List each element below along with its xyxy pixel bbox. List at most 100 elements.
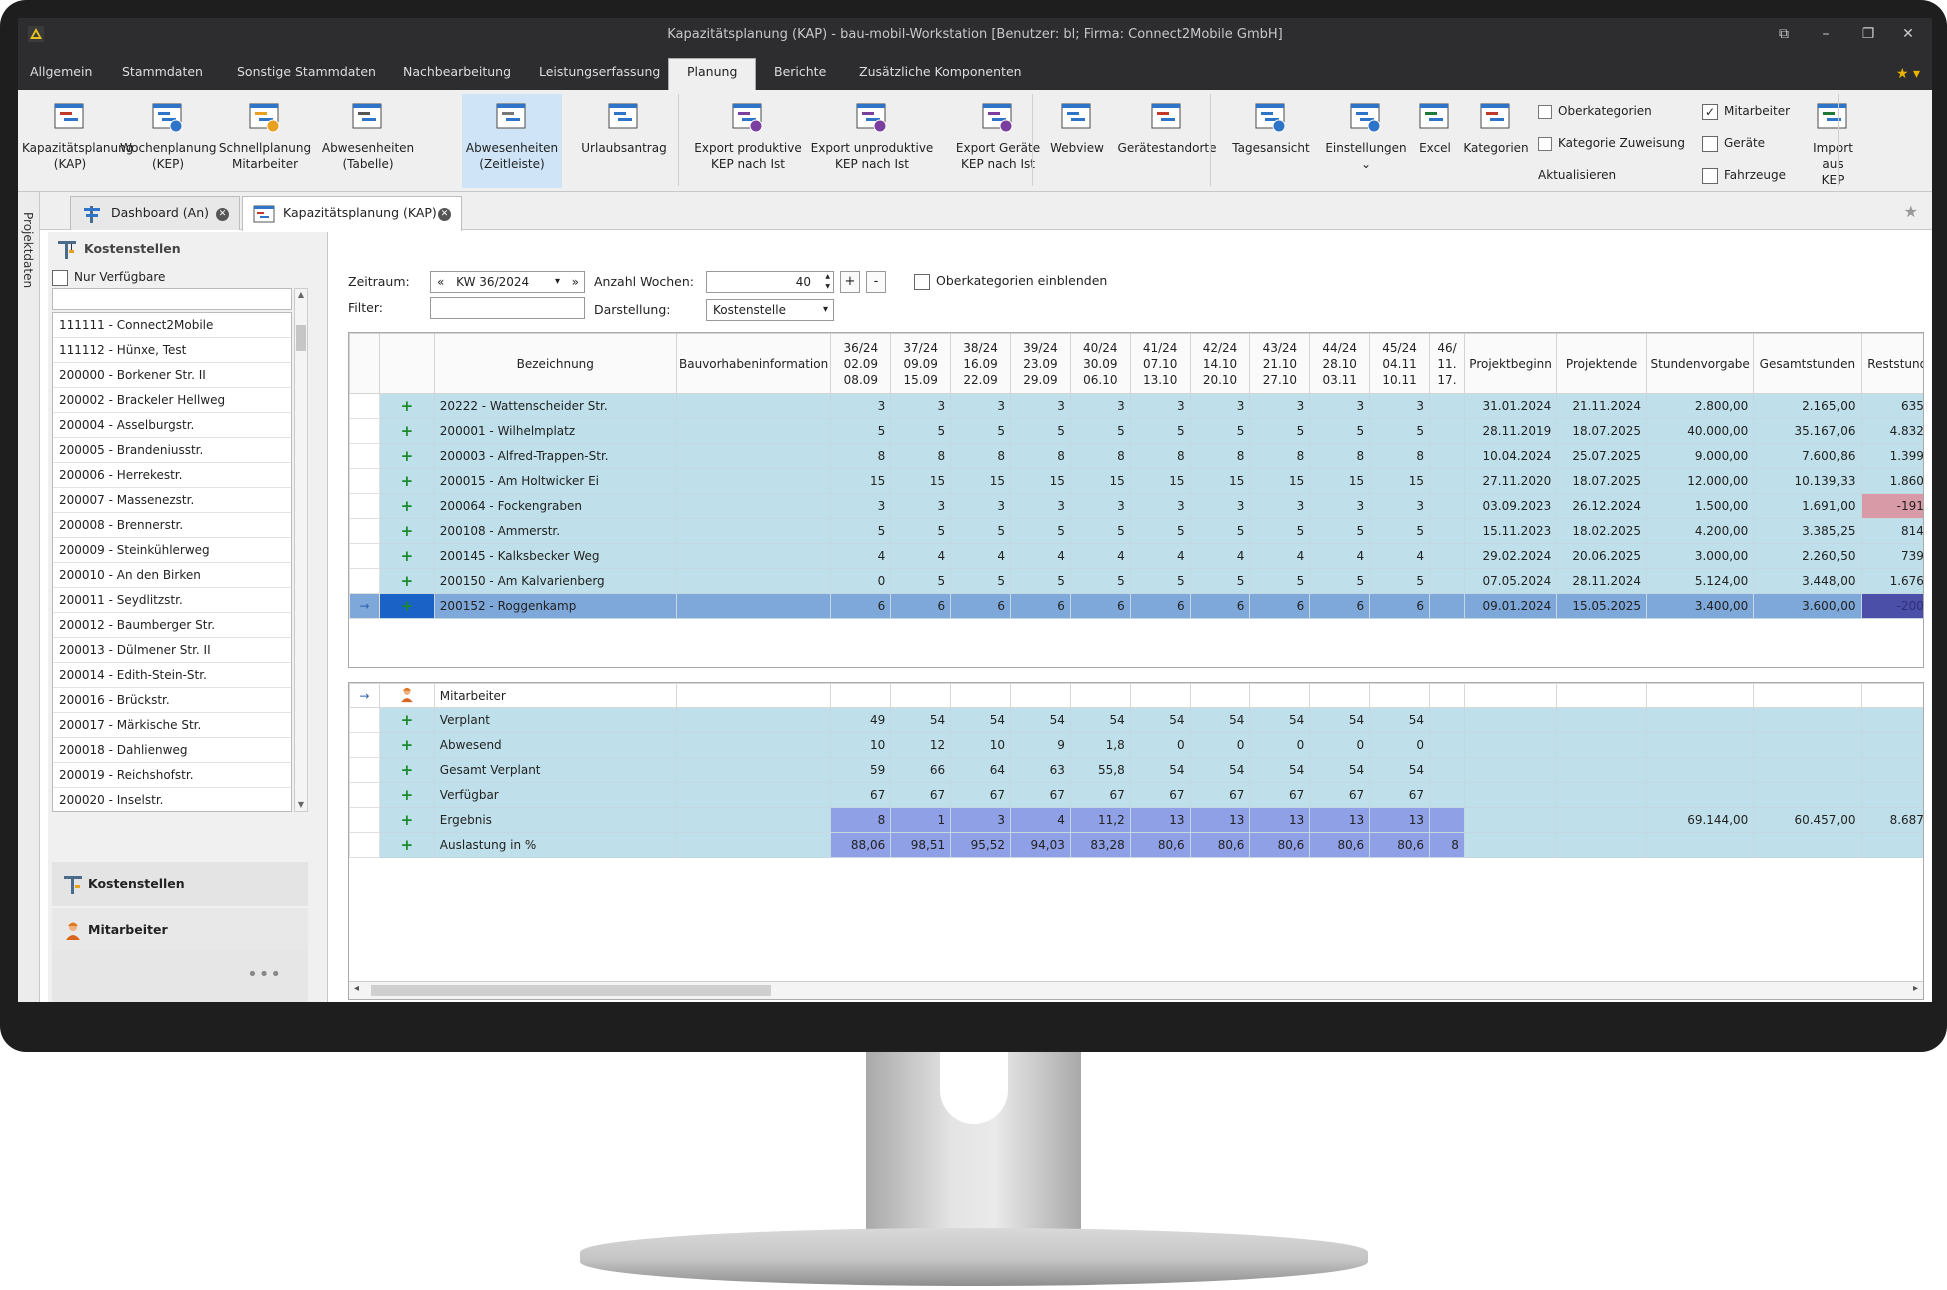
tab-allgemein[interactable]: Allgemein (30, 62, 92, 90)
cell-week-hours[interactable]: 3 (1129, 393, 1191, 419)
cell-stundenvorgabe[interactable]: 12.000,00 (1646, 468, 1755, 494)
cell-week-partial[interactable] (1429, 518, 1465, 544)
cell-gesamtstunden[interactable]: 1.691,00 (1753, 493, 1862, 519)
kostenstelle-list-item[interactable]: 200019 - Reichshofstr. (53, 763, 291, 788)
cell-week-hours[interactable]: 15 (950, 468, 1011, 494)
ribbon-settings-button[interactable]: Einstellungen ⌄ (1316, 94, 1416, 188)
cell-week-hours[interactable]: 6 (1010, 593, 1071, 619)
kostenstelle-list-item[interactable]: 200011 - Seydlitzstr. (53, 588, 291, 613)
cell-week-hours[interactable]: 5 (830, 518, 892, 544)
header-week[interactable]: 41/24 07.10 13.10 (1129, 333, 1191, 394)
kostenstellen-search-input[interactable] (52, 288, 292, 310)
spin-up-icon[interactable]: ▲ (825, 272, 830, 282)
cell-reststunden[interactable]: 1.399,14 (1860, 443, 1923, 469)
cell-bezeichnung[interactable]: 200001 - Wilhelmplatz (433, 418, 677, 444)
table-row[interactable]: +200064 - Fockengraben 3 3 3 3 3 3 3 3 3 3 03.09.20… (349, 493, 1923, 519)
scroll-thumb[interactable] (296, 325, 306, 351)
cell-week-hours[interactable]: 4 (1309, 543, 1371, 569)
cell-week-hours[interactable]: 5 (1010, 418, 1071, 444)
cell-bauvorhaben[interactable] (675, 593, 832, 619)
expand-plus-icon[interactable]: + (378, 593, 435, 619)
cell-projektende[interactable]: 18.07.2025 (1556, 418, 1648, 444)
header-gesamtstunden[interactable]: Gesamtstunden (1753, 333, 1862, 394)
ribbon-export-unproductive-button[interactable]: Export unproduktive KEP nach Ist (810, 94, 934, 188)
cell-week-hours[interactable]: 5 (950, 418, 1011, 444)
header-week[interactable]: 40/24 30.09 06.10 (1069, 333, 1131, 394)
ribbon-vacation-request-button[interactable]: Urlaubsantrag (568, 94, 680, 188)
cell-stundenvorgabe[interactable]: 2.800,00 (1646, 393, 1755, 419)
cell-week-hours[interactable]: 5 (1249, 518, 1311, 544)
zeitraum-dropdown-icon[interactable]: ▾ (555, 272, 560, 292)
cell-reststunden[interactable]: -191,00 (1860, 493, 1923, 519)
summary-row[interactable]: + Auslastung in % 88,06 98,51 95,52 94,03 83,2… (349, 832, 1923, 858)
cell-week-hours[interactable]: 5 (1309, 418, 1371, 444)
cell-projektende[interactable]: 15.05.2025 (1556, 593, 1648, 619)
cell-week-hours[interactable]: 3 (1069, 393, 1131, 419)
table-row[interactable]: +200150 - Am Kalvarienberg 0 5 5 5 5 5 5 5 5 5 07.0… (349, 568, 1923, 594)
cell-week-hours[interactable]: 6 (1069, 593, 1131, 619)
nav-mitarbeiter[interactable]: Mitarbeiter (52, 908, 308, 952)
cell-week-hours[interactable]: 15 (1309, 468, 1371, 494)
anzahl-wochen-input[interactable]: 40 ▲ ▼ (706, 271, 834, 293)
expand-plus-icon[interactable]: + (378, 493, 435, 519)
header-week[interactable]: 45/24 04.11 10.11 (1369, 333, 1431, 394)
cell-week-hours[interactable]: 8 (950, 443, 1011, 469)
tab-planung[interactable]: Planung (668, 58, 757, 90)
list-scrollbar[interactable]: ▲ ▼ (294, 288, 308, 812)
restore-layout-button[interactable]: ⧉ (1766, 24, 1802, 44)
cell-week-hours[interactable]: 15 (830, 468, 892, 494)
header-week[interactable]: 38/24 16.09 22.09 (950, 333, 1011, 394)
cell-week-hours[interactable]: 3 (1129, 493, 1191, 519)
cell-week-hours[interactable]: 5 (1069, 418, 1131, 444)
cell-week-partial[interactable] (1429, 393, 1465, 419)
cell-week-hours[interactable]: 6 (1309, 593, 1371, 619)
cell-week-hours[interactable]: 3 (890, 393, 952, 419)
table-row[interactable]: +20222 - Wattenscheider Str. 3 3 3 3 3 3 3 3 3 3 31… (349, 393, 1923, 419)
cell-stundenvorgabe[interactable]: 40.000,00 (1646, 418, 1755, 444)
cell-projektbeginn[interactable]: 09.01.2024 (1463, 593, 1558, 619)
summary-row[interactable]: + Gesamt Verplant 59 66 64 63 55,8 54 54 54 54 54 (349, 757, 1923, 783)
cell-projektende[interactable]: 21.11.2024 (1556, 393, 1648, 419)
cell-stundenvorgabe[interactable]: 3.000,00 (1646, 543, 1755, 569)
tab-kapazitaetsplanung[interactable]: Kapazitätsplanung (KAP) ✕ (242, 196, 462, 231)
geraete-checkbox[interactable]: Geräte (1702, 132, 1765, 154)
header-week[interactable]: 37/24 09.09 15.09 (890, 333, 952, 394)
cell-week-hours[interactable]: 4 (950, 543, 1011, 569)
cell-projektende[interactable]: 20.06.2025 (1556, 543, 1648, 569)
kostenstelle-list-item[interactable]: 200009 - Steinkühlerweg (53, 538, 291, 563)
cell-bauvorhaben[interactable] (675, 443, 832, 469)
kostenstelle-list-item[interactable]: 200002 - Brackeler Hellweg (53, 388, 291, 413)
cell-bauvorhaben[interactable] (675, 418, 832, 444)
aktualisieren-button[interactable]: Aktualisieren (1538, 164, 1616, 186)
cell-bezeichnung[interactable]: 200064 - Fockengraben (433, 493, 677, 519)
expand-plus-icon[interactable]: + (378, 832, 435, 858)
maximize-button[interactable]: ❐ (1850, 24, 1886, 44)
cell-bauvorhaben[interactable] (675, 493, 832, 519)
cell-week-hours[interactable]: 3 (1309, 493, 1371, 519)
cell-gesamtstunden[interactable]: 2.165,00 (1753, 393, 1862, 419)
kostenstelle-list-item[interactable]: 200008 - Brennerstr. (53, 513, 291, 538)
close-window-button[interactable]: ✕ (1890, 24, 1926, 44)
cell-week-hours[interactable]: 5 (1129, 568, 1191, 594)
cell-week-partial[interactable] (1429, 568, 1465, 594)
cell-week-hours[interactable]: 3 (830, 393, 892, 419)
summary-row[interactable]: + Verfügbar 67 67 67 67 67 67 67 67 67 67 (349, 782, 1923, 808)
scroll-right-icon[interactable]: ▸ (1913, 983, 1918, 994)
filter-input[interactable] (430, 297, 585, 319)
cell-bezeichnung[interactable]: 200145 - Kalksbecker Weg (433, 543, 677, 569)
cell-stundenvorgabe[interactable]: 4.200,00 (1646, 518, 1755, 544)
cell-week-hours[interactable]: 8 (1369, 443, 1431, 469)
summary-row[interactable]: + Ergebnis 8 1 3 4 11,2 13 13 13 13 13 69.144,00 60.4… (349, 807, 1923, 833)
cell-week-hours[interactable]: 5 (1189, 568, 1251, 594)
cell-week-hours[interactable]: 5 (890, 418, 952, 444)
mitarbeiter-checkbox[interactable]: ✓ Mitarbeiter (1702, 100, 1790, 122)
oberkategorien-button[interactable]: Oberkategorien (1538, 100, 1652, 122)
chevron-down-icon[interactable]: ▾ (823, 300, 828, 320)
cell-week-hours[interactable]: 15 (1369, 468, 1431, 494)
cell-week-hours[interactable]: 5 (1069, 518, 1131, 544)
tab-dashboard[interactable]: Dashboard (An) ✕ (70, 196, 240, 230)
header-projektende[interactable]: Projektende (1556, 333, 1648, 394)
tab-sonstige-stammdaten[interactable]: Sonstige Stammdaten (237, 62, 376, 90)
darstellung-select[interactable]: Kostenstelle ▾ (706, 299, 834, 321)
cell-bauvorhaben[interactable] (675, 518, 832, 544)
